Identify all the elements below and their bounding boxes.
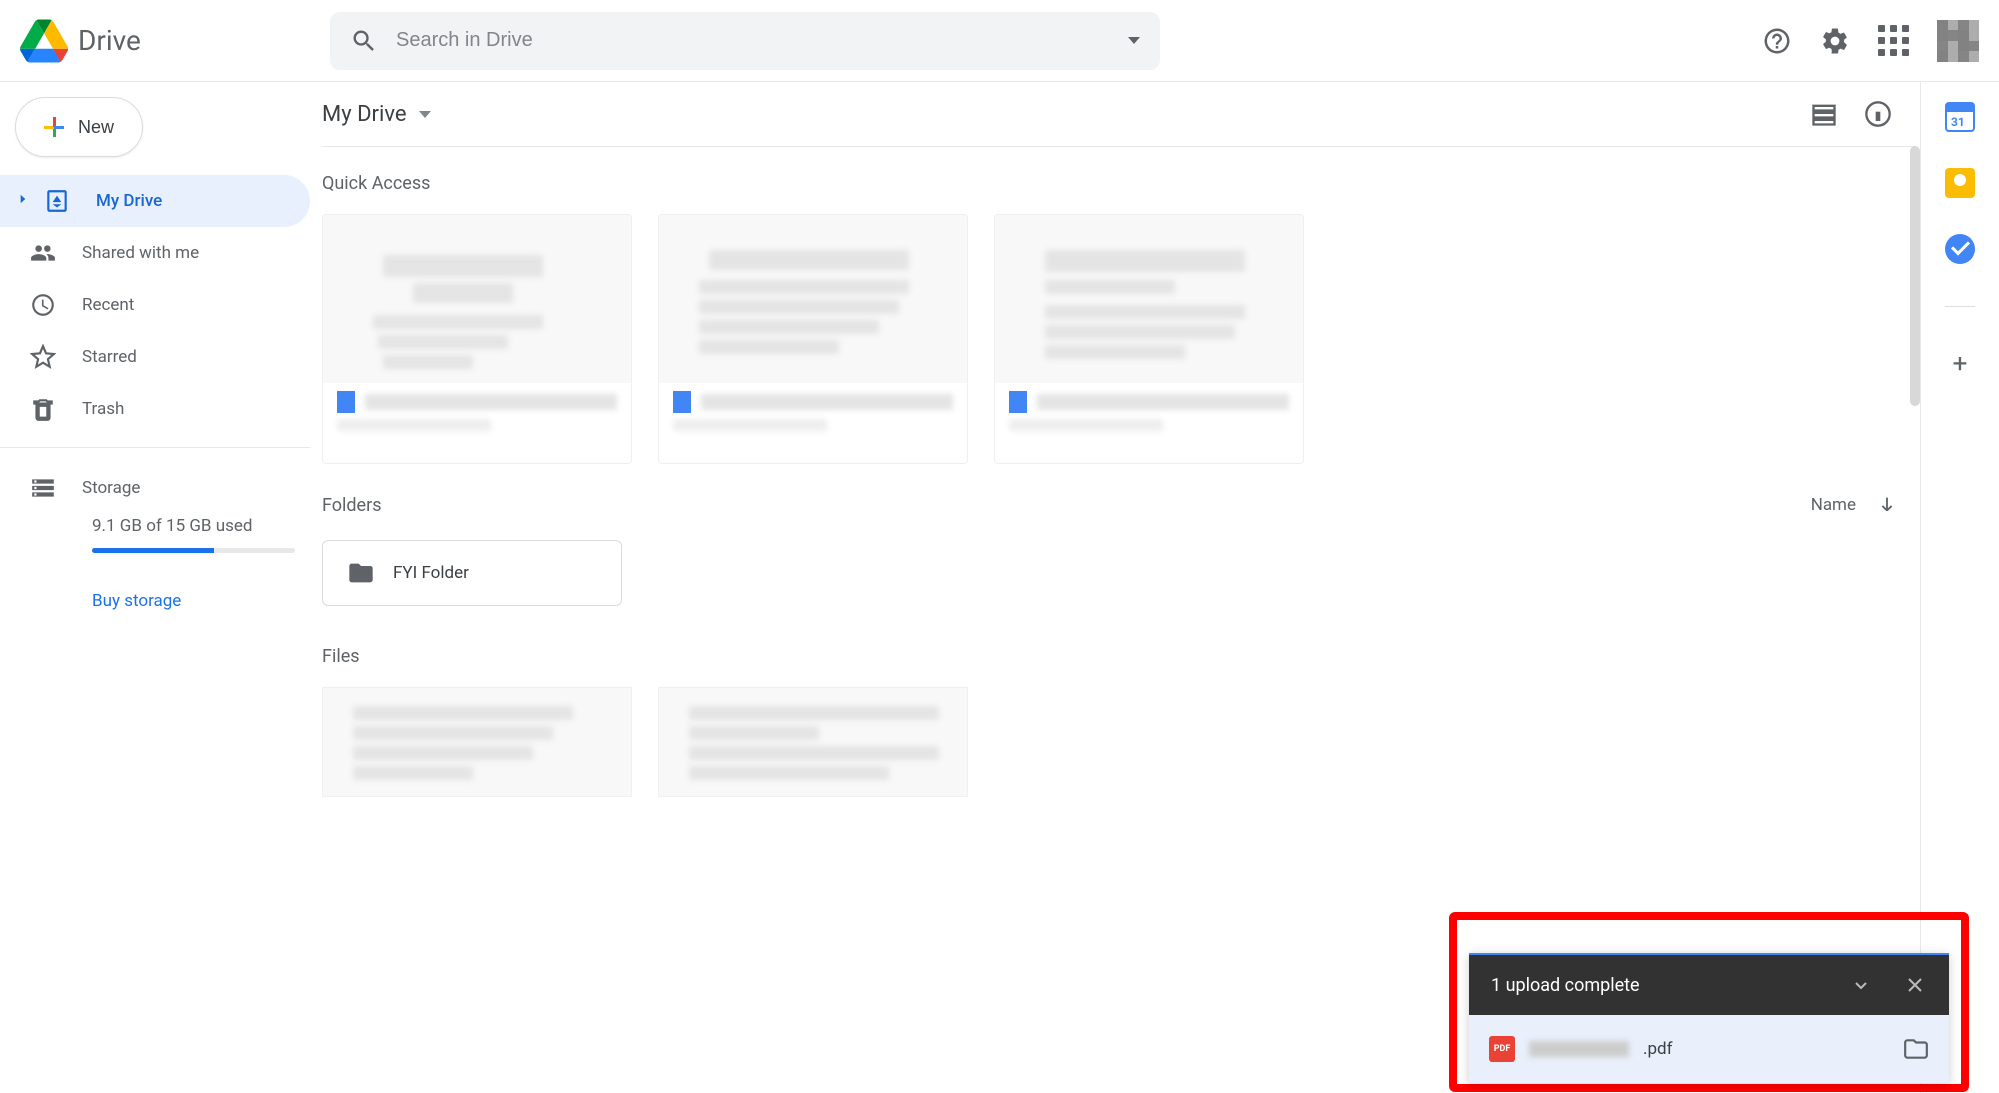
file-card[interactable] — [658, 687, 968, 797]
search-options-dropdown-icon[interactable] — [1128, 37, 1140, 44]
breadcrumb-my-drive[interactable]: My Drive — [322, 102, 431, 127]
list-view-icon[interactable] — [1810, 100, 1838, 128]
nav-label: Trash — [82, 399, 124, 419]
uploaded-filename-redacted — [1529, 1041, 1629, 1057]
storage-section: Storage 9.1 GB of 15 GB used Buy storage — [0, 447, 310, 611]
tasks-app-icon[interactable] — [1945, 234, 1975, 264]
upload-toast-item[interactable]: PDF .pdf — [1469, 1015, 1949, 1083]
pdf-icon: PDF — [1489, 1036, 1515, 1062]
nav-label: Shared with me — [82, 243, 199, 263]
upload-toast: 1 upload complete PDF .pdf — [1469, 953, 1949, 1083]
content-scroll[interactable]: Quick Access — [310, 146, 1920, 1093]
sort-by-name[interactable]: Name — [1811, 494, 1898, 516]
minimize-chevron-icon[interactable] — [1849, 973, 1873, 997]
docs-icon — [673, 391, 691, 413]
app-name: Drive — [78, 24, 141, 57]
main-content: My Drive Quick Access — [310, 82, 1921, 1093]
nav-shared-with-me[interactable]: Shared with me — [0, 227, 310, 279]
close-icon[interactable] — [1903, 973, 1927, 997]
new-button[interactable]: New — [15, 97, 143, 157]
quick-access-row — [322, 214, 1898, 464]
scrollbar-thumb[interactable] — [1910, 146, 1920, 406]
drive-logo-icon — [20, 19, 68, 63]
file-card[interactable] — [322, 687, 632, 797]
main-header: My Drive — [310, 82, 1920, 146]
nav-label: Starred — [82, 347, 137, 367]
storage-label: Storage — [82, 478, 140, 498]
nav-label: Recent — [82, 295, 134, 315]
side-panel: + — [1921, 82, 1999, 1093]
folder-icon — [347, 559, 375, 587]
arrow-down-icon — [1876, 494, 1898, 516]
files-title: Files — [322, 646, 1898, 667]
nav-trash[interactable]: Trash — [0, 383, 310, 435]
locate-folder-icon[interactable] — [1903, 1036, 1929, 1062]
search-input[interactable] — [396, 29, 1128, 52]
folders-title: Folders — [322, 495, 382, 516]
folder-name: FYI Folder — [393, 563, 469, 583]
quick-access-card[interactable] — [994, 214, 1304, 464]
account-avatar[interactable] — [1937, 20, 1979, 62]
people-icon — [30, 240, 56, 266]
docs-icon — [337, 391, 355, 413]
header-actions — [1712, 20, 1979, 62]
quick-access-title: Quick Access — [322, 173, 1898, 194]
google-apps-icon[interactable] — [1878, 25, 1909, 56]
settings-gear-icon[interactable] — [1820, 26, 1850, 56]
drive-icon — [44, 188, 70, 214]
calendar-app-icon[interactable] — [1945, 102, 1975, 132]
breadcrumb-label: My Drive — [322, 102, 407, 127]
logo-area[interactable]: Drive — [20, 19, 330, 63]
info-icon[interactable] — [1864, 100, 1892, 128]
star-icon — [30, 344, 56, 370]
upload-status-text: 1 upload complete — [1491, 975, 1640, 996]
buy-storage-link[interactable]: Buy storage — [0, 591, 310, 611]
quick-access-card[interactable] — [322, 214, 632, 464]
new-button-label: New — [78, 117, 114, 138]
keep-app-icon[interactable] — [1945, 168, 1975, 198]
docs-icon — [1009, 391, 1027, 413]
dropdown-arrow-icon — [419, 111, 431, 118]
search-icon — [350, 27, 378, 55]
sidebar: New My Drive Shared with me Recent Starr… — [0, 82, 310, 1093]
file-extension: .pdf — [1643, 1039, 1673, 1059]
quick-access-card[interactable] — [658, 214, 968, 464]
nav-starred[interactable]: Starred — [0, 331, 310, 383]
nav-my-drive[interactable]: My Drive — [0, 175, 310, 227]
upload-toast-header: 1 upload complete — [1469, 955, 1949, 1015]
folder-item[interactable]: FYI Folder — [322, 540, 622, 606]
add-addon-button[interactable]: + — [1953, 349, 1968, 379]
search-bar[interactable] — [330, 12, 1160, 70]
clock-icon — [30, 292, 56, 318]
app-header: Drive — [0, 0, 1999, 82]
sort-label: Name — [1811, 495, 1856, 515]
folders-header: Folders Name — [322, 494, 1898, 516]
nav-storage[interactable]: Storage — [0, 464, 310, 512]
nav-recent[interactable]: Recent — [0, 279, 310, 331]
expand-chevron-icon[interactable] — [16, 191, 28, 211]
storage-used-text: 9.1 GB of 15 GB used — [0, 516, 310, 536]
divider — [1945, 306, 1975, 307]
plus-icon — [44, 117, 64, 137]
storage-icon — [30, 475, 56, 501]
help-icon[interactable] — [1762, 26, 1792, 56]
storage-progress-bar — [92, 548, 295, 553]
trash-icon — [30, 396, 56, 422]
nav-list: My Drive Shared with me Recent Starred T… — [0, 175, 310, 435]
nav-label: My Drive — [96, 191, 162, 211]
